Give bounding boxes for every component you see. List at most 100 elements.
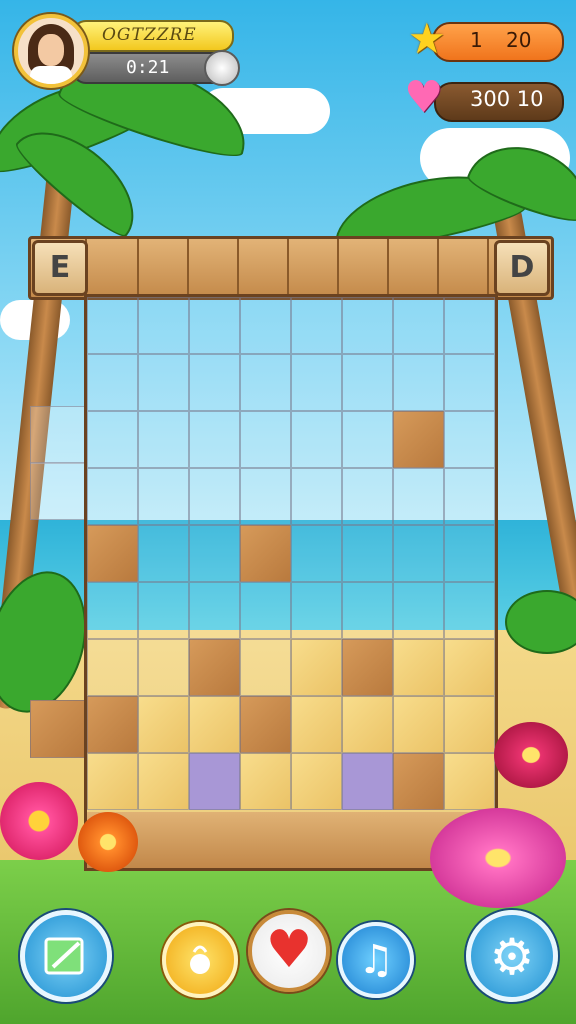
puzzle-cell[interactable] [342, 696, 393, 753]
puzzle-cell[interactable] [240, 639, 291, 696]
puzzle-cell[interactable] [342, 468, 393, 525]
lives-counter: ♥ 300 10 [404, 74, 564, 122]
puzzle-cell[interactable] [138, 354, 189, 411]
puzzle-cell[interactable] [342, 753, 393, 810]
hint-button[interactable] [162, 922, 238, 998]
puzzle-cell[interactable] [342, 639, 393, 696]
puzzle-cell[interactable] [393, 411, 444, 468]
puzzle-cell[interactable] [342, 297, 393, 354]
puzzle-cell[interactable] [240, 753, 291, 810]
puzzle-cell[interactable] [342, 582, 393, 639]
puzzle-cell[interactable] [393, 696, 444, 753]
puzzle-cell[interactable] [87, 411, 138, 468]
puzzle-cell[interactable] [138, 582, 189, 639]
puzzle-cell[interactable] [291, 696, 342, 753]
puzzle-cell[interactable] [393, 354, 444, 411]
puzzle-board[interactable] [84, 294, 498, 818]
heart-icon: ♥ [404, 72, 444, 123]
star-icon: ★ [408, 14, 446, 63]
puzzle-cell[interactable] [291, 753, 342, 810]
puzzle-cell[interactable] [87, 525, 138, 582]
puzzle-cell[interactable] [291, 525, 342, 582]
lives-button[interactable]: ♥ [248, 910, 330, 992]
edit-image-button[interactable] [20, 910, 112, 1002]
puzzle-cell[interactable] [240, 297, 291, 354]
puzzle-cell[interactable] [393, 525, 444, 582]
puzzle-cell[interactable] [189, 411, 240, 468]
puzzle-cell[interactable] [240, 696, 291, 753]
puzzle-cell[interactable] [393, 639, 444, 696]
puzzle-cell[interactable] [87, 354, 138, 411]
puzzle-cell[interactable] [444, 525, 495, 582]
left-letter-button[interactable]: E [32, 240, 88, 296]
image-edit-icon [44, 937, 84, 975]
puzzle-cell[interactable] [342, 411, 393, 468]
puzzle-cell[interactable] [291, 582, 342, 639]
puzzle-cell[interactable] [189, 582, 240, 639]
timer-knob-icon[interactable] [204, 50, 240, 86]
puzzle-cell[interactable] [444, 753, 495, 810]
puzzle-cell[interactable] [393, 582, 444, 639]
puzzle-cell[interactable] [189, 639, 240, 696]
puzzle-cell[interactable] [342, 525, 393, 582]
puzzle-cell[interactable] [444, 354, 495, 411]
puzzle-cell[interactable] [240, 582, 291, 639]
puzzle-cell[interactable] [138, 297, 189, 354]
player-name: OGTZZRE [102, 25, 197, 45]
star-count-current: 1 [470, 28, 483, 52]
puzzle-cell[interactable] [444, 411, 495, 468]
puzzle-cell[interactable] [138, 525, 189, 582]
side-piece[interactable] [30, 700, 86, 758]
puzzle-cell[interactable] [87, 696, 138, 753]
puzzle-cell[interactable] [138, 411, 189, 468]
side-piece[interactable] [30, 462, 86, 520]
red-flower [494, 722, 568, 788]
puzzle-cell[interactable] [87, 468, 138, 525]
lotus-flower [430, 808, 566, 908]
puzzle-cell[interactable] [189, 696, 240, 753]
puzzle-cell[interactable] [138, 753, 189, 810]
puzzle-cell[interactable] [138, 639, 189, 696]
puzzle-cell[interactable] [138, 696, 189, 753]
puzzle-cell[interactable] [189, 753, 240, 810]
pink-flower [0, 782, 78, 860]
puzzle-cell[interactable] [189, 525, 240, 582]
puzzle-cell[interactable] [444, 696, 495, 753]
puzzle-cell[interactable] [240, 354, 291, 411]
puzzle-cell[interactable] [240, 411, 291, 468]
puzzle-cell[interactable] [444, 639, 495, 696]
heart-icon: ♥ [265, 920, 313, 980]
puzzle-cell[interactable] [393, 297, 444, 354]
puzzle-cell[interactable] [444, 297, 495, 354]
puzzle-cell[interactable] [291, 468, 342, 525]
puzzle-cell[interactable] [240, 525, 291, 582]
puzzle-cell[interactable] [291, 639, 342, 696]
right-letter-button[interactable]: D [494, 240, 550, 296]
puzzle-cell[interactable] [87, 753, 138, 810]
puzzle-cell[interactable] [444, 582, 495, 639]
puzzle-cell[interactable] [291, 297, 342, 354]
puzzle-cell[interactable] [291, 411, 342, 468]
star-counter: ★ 1 20 [408, 14, 564, 63]
puzzle-cell[interactable] [444, 468, 495, 525]
player-profile[interactable]: OGTZZRE 0:21 [14, 14, 240, 88]
lives-count: 300 10 [470, 87, 544, 111]
avatar[interactable] [14, 14, 88, 88]
puzzle-cell[interactable] [393, 468, 444, 525]
settings-button[interactable]: ⚙ [466, 910, 558, 1002]
music-note-icon: ♫ [358, 937, 394, 983]
side-piece[interactable] [30, 406, 86, 464]
puzzle-cell[interactable] [240, 468, 291, 525]
puzzle-cell[interactable] [189, 297, 240, 354]
puzzle-cell[interactable] [291, 354, 342, 411]
music-button[interactable]: ♫ [338, 922, 414, 998]
puzzle-cell[interactable] [393, 753, 444, 810]
genie-lamp-icon [190, 945, 210, 974]
puzzle-cell[interactable] [189, 468, 240, 525]
puzzle-cell[interactable] [87, 582, 138, 639]
puzzle-cell[interactable] [87, 297, 138, 354]
puzzle-cell[interactable] [87, 639, 138, 696]
puzzle-cell[interactable] [189, 354, 240, 411]
puzzle-cell[interactable] [342, 354, 393, 411]
puzzle-cell[interactable] [138, 468, 189, 525]
